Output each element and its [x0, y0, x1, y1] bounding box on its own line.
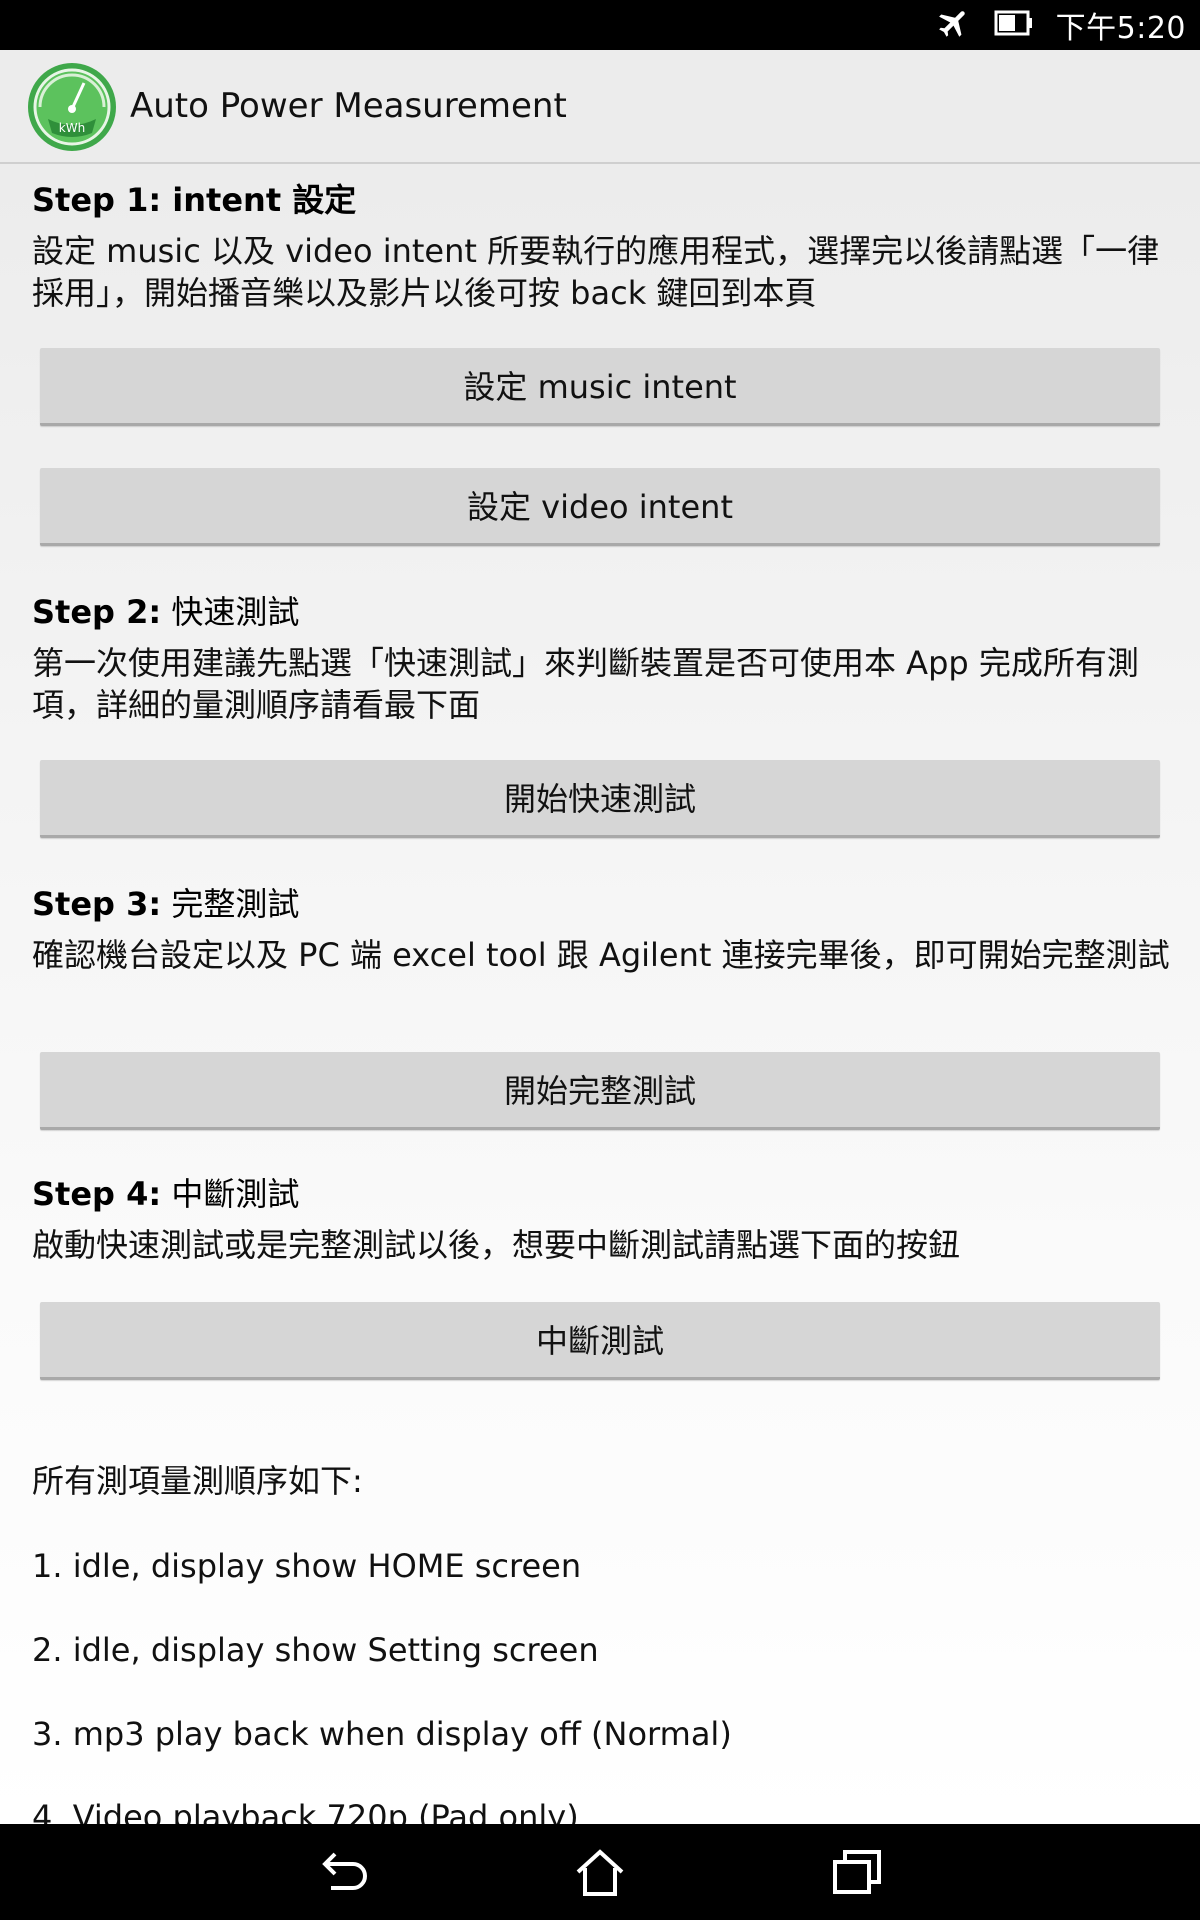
set-video-intent-button[interactable]: 設定 video intent: [40, 468, 1160, 546]
test-order-heading: 所有測項量測順序如下:: [32, 1462, 363, 1500]
step-1-heading: Step 1: intent 設定: [32, 180, 356, 220]
test-order-item: 1. idle, display show HOME screen: [32, 1547, 582, 1585]
step-2-heading: Step 2: 快速測試: [32, 592, 299, 632]
step-1-description: 設定 music 以及 video intent 所要執行的應用程式，選擇完以後…: [32, 232, 1160, 312]
start-full-test-button[interactable]: 開始完整測試: [40, 1052, 1160, 1130]
recent-apps-icon[interactable]: [827, 1842, 887, 1902]
home-icon[interactable]: [570, 1842, 630, 1902]
step-1-label: Step 1:: [32, 181, 162, 219]
app-logo-label: kWh: [59, 121, 85, 135]
clock: 下午5:20: [1055, 11, 1186, 46]
step-2-description: 第一次使用建議先點選「快速測試」來判斷裝置是否可使用本 App 完成所有測項，詳…: [32, 644, 1139, 724]
step-3-label: Step 3:: [32, 885, 162, 923]
step-1-title-intent: intent 設定: [161, 181, 357, 219]
action-bar: kWh Auto Power Measurement: [0, 50, 1200, 164]
step-4-description: 啟動快速測試或是完整測試以後，想要中斷測試請點選下面的按鈕: [32, 1226, 961, 1264]
step-2-label: Step 2:: [32, 593, 162, 631]
step-2-title: 快速測試: [161, 593, 300, 631]
start-quick-test-button[interactable]: 開始快速測試: [40, 760, 1160, 838]
step-3-title: 完整測試: [161, 885, 300, 923]
step-4-heading: Step 4: 中斷測試: [32, 1174, 299, 1214]
main-content[interactable]: Step 1: intent 設定 設定 music 以及 video inte…: [0, 164, 1200, 1824]
status-bar: 下午5:20: [0, 0, 1200, 50]
test-order-item: 2. idle, display show Setting screen: [32, 1631, 599, 1669]
stop-test-button[interactable]: 中斷測試: [40, 1302, 1160, 1380]
step-3-description: 確認機台設定以及 PC 端 excel tool 跟 Agilent 連接完畢後…: [32, 936, 1170, 974]
battery-icon: [994, 8, 1034, 42]
step-4-label: Step 4:: [32, 1175, 162, 1213]
app-logo-icon[interactable]: kWh: [26, 61, 118, 153]
status-icons: 下午5:20: [936, 0, 1186, 50]
test-order-item: 4. Video playback 720p (Pad only): [32, 1798, 579, 1824]
step-4-title: 中斷測試: [161, 1175, 300, 1213]
navigation-bar: [0, 1824, 1200, 1920]
back-icon[interactable]: [313, 1842, 373, 1902]
set-music-intent-button[interactable]: 設定 music intent: [40, 348, 1160, 426]
app-title: Auto Power Measurement: [130, 86, 567, 126]
airplane-mode-icon: [936, 5, 972, 45]
test-order-item: 3. mp3 play back when display off (Norma…: [32, 1715, 732, 1753]
step-3-heading: Step 3: 完整測試: [32, 884, 299, 924]
